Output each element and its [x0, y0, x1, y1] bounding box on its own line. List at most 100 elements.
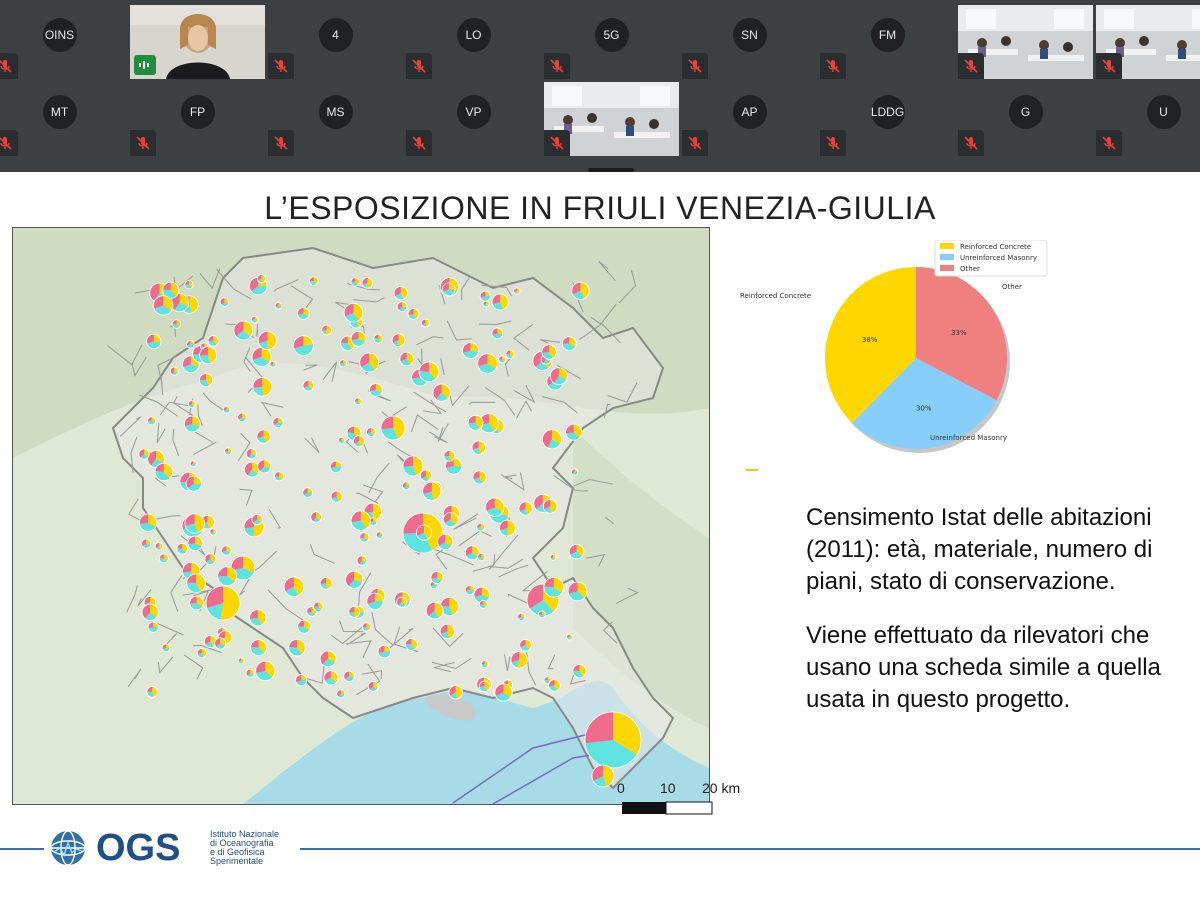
municipality-pie-marker — [537, 610, 546, 619]
municipality-pie-marker — [396, 301, 408, 312]
legend-label: Unreinforced Masonry — [960, 254, 1037, 262]
municipality-pie-marker — [283, 576, 305, 597]
participant-tile[interactable]: MT — [0, 82, 127, 156]
municipality-pie-marker — [571, 468, 579, 476]
municipality-pie-marker — [543, 576, 565, 598]
municipality-pie-marker — [147, 416, 157, 426]
municipality-pie-marker — [252, 377, 273, 397]
pie-percent-label: 33% — [951, 329, 967, 337]
ogs-logo: OGS Istituto Nazionale di Oceanografia e… — [44, 828, 300, 870]
municipality-pie-marker — [430, 571, 444, 584]
municipality-pie-marker — [302, 487, 313, 498]
municipality-pie-marker — [499, 519, 516, 537]
municipality-pie-marker — [158, 553, 169, 564]
municipality-pie-marker — [256, 274, 266, 284]
participant-tile[interactable]: LDDG — [820, 82, 955, 156]
participant-tile[interactable]: 4 — [268, 5, 403, 79]
municipality-pie-marker — [250, 639, 267, 657]
municipality-pie-marker — [255, 660, 276, 682]
municipality-pie-marker — [462, 342, 479, 359]
municipality-pie-marker — [366, 592, 384, 610]
municipality-pie-marker — [377, 644, 391, 659]
paragraph-census: Censimento Istat delle abitazioni (2011)… — [806, 504, 1153, 595]
map-canvas — [13, 228, 709, 804]
logo-wordmark: OGS — [96, 827, 181, 869]
municipality-pie-marker — [184, 280, 194, 290]
municipality-pie-marker — [441, 282, 456, 297]
participant-tile[interactable]: OINS — [0, 5, 127, 79]
municipality-pie-marker — [323, 670, 339, 686]
municipality-pie-marker — [250, 315, 259, 324]
municipality-pie-marker — [407, 308, 420, 320]
municipality-pie-marker — [146, 333, 162, 350]
participant-tile[interactable]: FM — [820, 5, 955, 79]
municipality-pie-marker — [471, 440, 486, 455]
municipality-pie-marker — [443, 449, 456, 462]
scale-bar — [622, 801, 713, 815]
municipality-pie-marker — [472, 470, 487, 485]
municipality-pie-marker — [478, 680, 491, 693]
participant-tile[interactable]: VP — [406, 82, 541, 156]
municipality-pie-marker — [196, 648, 207, 659]
participant-avatar: G — [1008, 95, 1043, 129]
municipality-pie-marker — [345, 570, 364, 589]
participant-tile[interactable] — [1096, 5, 1200, 79]
municipality-pie-marker — [297, 307, 310, 320]
municipality-pie-marker — [353, 435, 365, 448]
mic-off-icon — [820, 130, 846, 156]
municipality-pie-marker — [478, 600, 488, 609]
municipality-pie-marker — [244, 461, 260, 478]
municipality-pie-marker — [485, 497, 505, 517]
participant-tile[interactable]: SN — [682, 5, 817, 79]
municipality-pie-marker — [464, 585, 475, 595]
municipality-pie-marker — [367, 680, 379, 692]
municipality-pie-marker — [274, 301, 283, 310]
municipality-pie-marker — [480, 660, 489, 669]
municipality-pie-marker — [350, 277, 360, 287]
participant-tile[interactable] — [544, 82, 679, 156]
municipality-pie-marker — [309, 276, 319, 286]
material-pie-chart: 33% 30% 38% Reinforced Concrete Unreinforced… — [740, 240, 1048, 453]
municipality-pie-marker — [359, 352, 380, 373]
legend-label: Other — [960, 265, 980, 273]
municipality-pie-marker — [566, 633, 573, 641]
municipality-pie-marker — [584, 711, 642, 769]
municipality-pie-marker — [221, 545, 232, 556]
pie-percent-label: 38% — [862, 336, 878, 344]
municipality-pie-marker — [245, 448, 257, 460]
municipality-pie-marker — [153, 295, 174, 316]
municipality-pie-marker — [337, 436, 346, 444]
participant-tile[interactable]: FP — [130, 82, 265, 156]
municipality-pie-marker — [219, 297, 230, 307]
municipality-pie-marker — [565, 423, 583, 441]
municipality-pie-marker — [571, 281, 590, 300]
municipality-pie-marker — [541, 344, 557, 360]
participant-tile[interactable]: AP — [682, 82, 817, 156]
participant-avatar: 5G — [594, 18, 629, 52]
municipality-pie-marker — [513, 287, 521, 295]
mic-off-icon — [0, 130, 18, 156]
participant-tile[interactable]: 5G — [544, 5, 679, 79]
participant-tile[interactable]: U — [1096, 82, 1200, 156]
participant-tile[interactable]: LO — [406, 5, 541, 79]
municipality-pie-marker — [233, 320, 254, 341]
participant-tile[interactable] — [130, 5, 265, 79]
participant-tile[interactable]: MS — [268, 82, 403, 156]
participant-tile[interactable] — [958, 5, 1093, 79]
municipality-pie-marker — [491, 293, 509, 311]
mic-off-icon — [268, 53, 294, 79]
participant-avatar: FM — [870, 18, 905, 52]
municipality-pie-marker — [138, 513, 158, 532]
municipality-pie-marker — [256, 429, 271, 444]
municipality-pie-marker — [591, 764, 615, 788]
participant-tile[interactable]: G — [958, 82, 1093, 156]
mic-off-icon — [682, 130, 708, 156]
participant-strip: OINS 4 LO 5G SN FM MT FP MS VP AP LDDG G U — [0, 0, 1200, 172]
municipality-pie-marker — [186, 573, 206, 593]
mic-off-icon — [682, 53, 708, 79]
municipality-pie-marker — [329, 460, 343, 473]
municipality-pie-marker — [272, 416, 284, 429]
municipality-pie-marker — [199, 346, 218, 365]
municipality-pie-marker — [541, 429, 562, 450]
municipality-pie-marker — [519, 638, 532, 652]
